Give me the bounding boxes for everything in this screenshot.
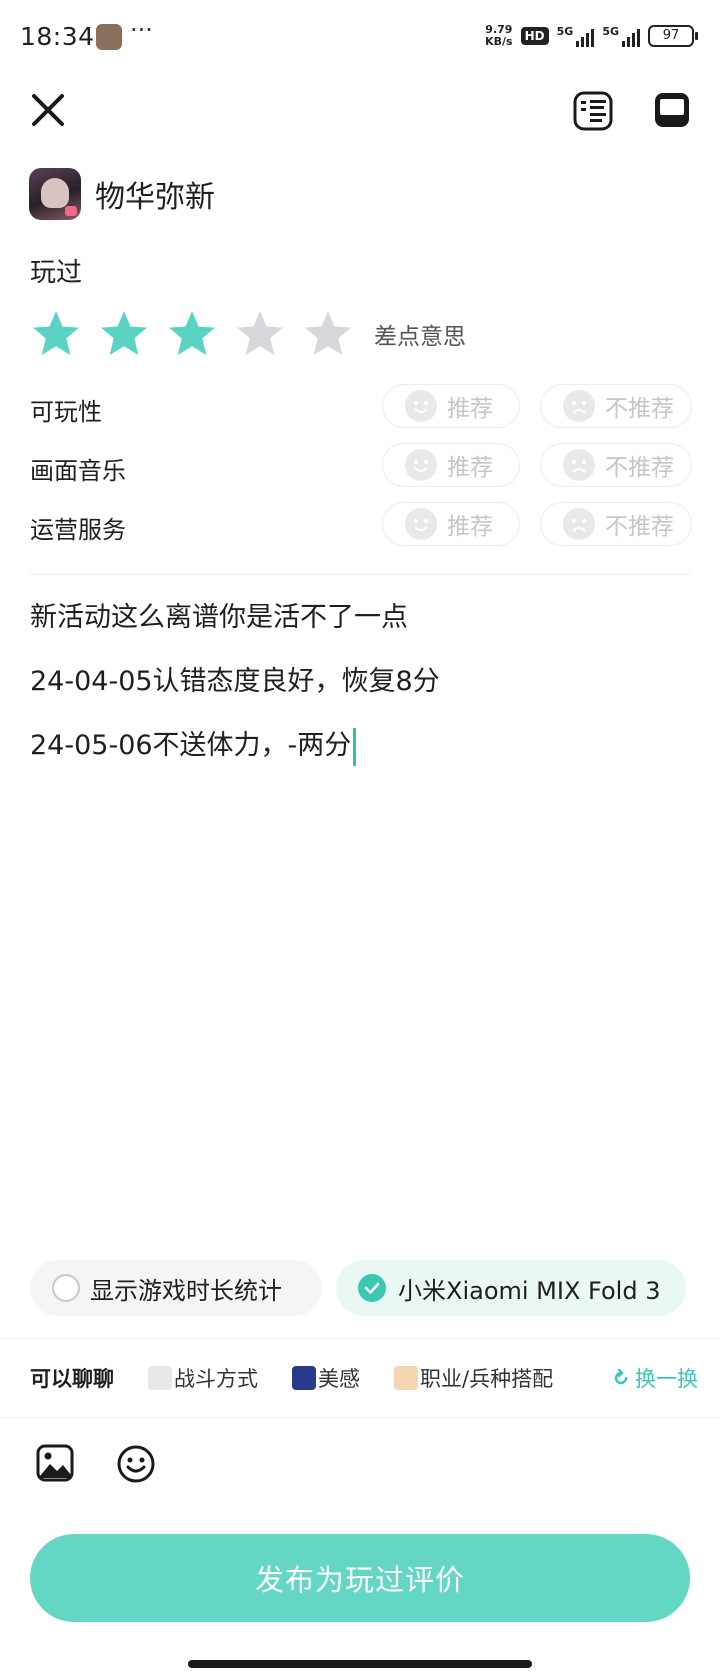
- sim2-network-type: 5G: [602, 25, 619, 38]
- network-speed-unit: KB/s: [485, 35, 513, 48]
- game-info: 物华弥新: [29, 168, 215, 220]
- emoji-icon: [117, 1445, 155, 1483]
- review-textarea[interactable]: 新活动这么离谱你是活不了一点 24-04-05认错态度良好，恢复8分 24-05…: [30, 598, 690, 790]
- topic-combat[interactable]: 战斗方式: [148, 1363, 258, 1393]
- text-cursor: [353, 727, 357, 766]
- drafts-button[interactable]: [652, 90, 692, 130]
- star-3[interactable]: [166, 308, 218, 360]
- aspect-label: 可玩性: [30, 398, 102, 426]
- recommend-button[interactable]: 推荐: [382, 384, 520, 428]
- topic-aesthetics[interactable]: 美感: [292, 1363, 360, 1393]
- game-app-icon: [29, 168, 81, 220]
- topic-label: 美感: [318, 1367, 360, 1391]
- publish-button[interactable]: 发布为玩过评价: [30, 1534, 690, 1622]
- aspect-label: 运营服务: [30, 516, 126, 544]
- star-icon: [305, 311, 351, 355]
- refresh-topics-button[interactable]: 换一换: [611, 1363, 698, 1393]
- topic-label: 战斗方式: [174, 1367, 258, 1391]
- topic-class-combo[interactable]: 职业/兵种搭配: [394, 1363, 553, 1393]
- home-indicator[interactable]: [188, 1660, 532, 1668]
- game-title: 物华弥新: [95, 180, 215, 215]
- check-circle-icon: [358, 1274, 386, 1302]
- status-bar: 18:34 ··· 9.79 KB/s HD 5G 5G 97: [0, 0, 720, 76]
- device-label: 小米Xiaomi MIX Fold 3: [398, 1276, 661, 1305]
- star-5[interactable]: [302, 308, 354, 360]
- star-icon: [101, 311, 147, 355]
- signal-sim1-icon: 5G: [557, 25, 595, 47]
- refresh-icon: [614, 1368, 628, 1385]
- battery-icon: 97: [648, 25, 698, 47]
- star-icon: [33, 311, 79, 355]
- aspect-row-playability: 可玩性 推荐 不推荐: [30, 384, 692, 428]
- sad-face-icon: [563, 508, 595, 540]
- review-line: 新活动这么离谱你是活不了一点: [30, 602, 408, 633]
- status-indicators: 9.79 KB/s HD 5G 5G 97: [485, 24, 698, 48]
- sad-face-icon: [563, 390, 595, 422]
- review-line-last: 24-05-06不送体力，-两分: [30, 726, 690, 790]
- recommend-button[interactable]: 推荐: [382, 443, 520, 487]
- hd-voice-icon: HD: [520, 27, 549, 45]
- recommend-button[interactable]: 推荐: [382, 502, 520, 546]
- played-status-label: 玩过: [30, 258, 83, 288]
- aspect-row-visual-audio: 画面音乐 推荐 不推荐: [30, 443, 692, 487]
- aspect-row-operations: 运营服务 推荐 不推荐: [30, 502, 692, 546]
- review-options: 显示游戏时长统计 小米Xiaomi MIX Fold 3: [30, 1260, 686, 1316]
- not-recommend-button[interactable]: 不推荐: [540, 502, 692, 546]
- fencing-icon: [148, 1366, 172, 1390]
- star-2[interactable]: [98, 308, 150, 360]
- not-recommend-button[interactable]: 不推荐: [540, 384, 692, 428]
- smile-face-icon: [405, 508, 437, 540]
- recommend-label: 推荐: [447, 455, 493, 481]
- topic-label: 职业/兵种搭配: [420, 1367, 554, 1391]
- image-icon: [36, 1444, 74, 1482]
- device-toggle[interactable]: 小米Xiaomi MIX Fold 3: [336, 1260, 686, 1316]
- not-recommend-button[interactable]: 不推荐: [540, 443, 692, 487]
- star-rating: 差点意思: [30, 308, 466, 360]
- smile-face-icon: [405, 390, 437, 422]
- star-icon: [169, 311, 215, 355]
- insert-emoji-button[interactable]: [116, 1444, 156, 1484]
- review-line: 24-04-05认错态度良好，恢复8分: [30, 666, 440, 697]
- recommend-label: 推荐: [447, 514, 493, 540]
- status-time: 18:34: [20, 22, 95, 51]
- smile-face-icon: [405, 449, 437, 481]
- inbox-icon: [655, 93, 689, 127]
- signal-sim2-icon: 5G: [602, 25, 640, 47]
- topic-suggestions: 可以聊聊 战斗方式 美感 职业/兵种搭配 换一换: [0, 1338, 720, 1418]
- rating-description: 差点意思: [374, 324, 466, 350]
- star-4[interactable]: [234, 308, 286, 360]
- divider: [30, 574, 690, 575]
- aspect-label: 画面音乐: [30, 457, 126, 485]
- close-button[interactable]: [28, 90, 68, 130]
- more-notifications-icon: ···: [130, 16, 153, 44]
- not-recommend-label: 不推荐: [605, 455, 674, 481]
- fireworks-icon: [292, 1366, 316, 1390]
- rules-icon: [573, 91, 613, 131]
- show-playtime-toggle[interactable]: 显示游戏时长统计: [30, 1260, 322, 1316]
- close-icon: [32, 94, 64, 126]
- star-icon: [237, 311, 283, 355]
- sim1-network-type: 5G: [556, 25, 574, 38]
- star-1[interactable]: [30, 308, 82, 360]
- not-recommend-label: 不推荐: [605, 396, 674, 422]
- not-recommend-label: 不推荐: [605, 514, 674, 540]
- recommend-label: 推荐: [447, 396, 493, 422]
- show-playtime-label: 显示游戏时长统计: [90, 1276, 282, 1305]
- sad-face-icon: [563, 449, 595, 481]
- network-speed: 9.79 KB/s: [485, 24, 512, 48]
- unchecked-radio-icon: [52, 1274, 80, 1302]
- review-line: 24-05-06不送体力，-两分: [30, 730, 352, 761]
- topics-label: 可以聊聊: [30, 1367, 114, 1391]
- fairy-icon: [394, 1366, 418, 1390]
- app-notification-icon: [96, 24, 122, 50]
- refresh-label: 换一换: [635, 1367, 698, 1391]
- insert-image-button[interactable]: [36, 1444, 74, 1482]
- review-rules-button[interactable]: [572, 90, 614, 132]
